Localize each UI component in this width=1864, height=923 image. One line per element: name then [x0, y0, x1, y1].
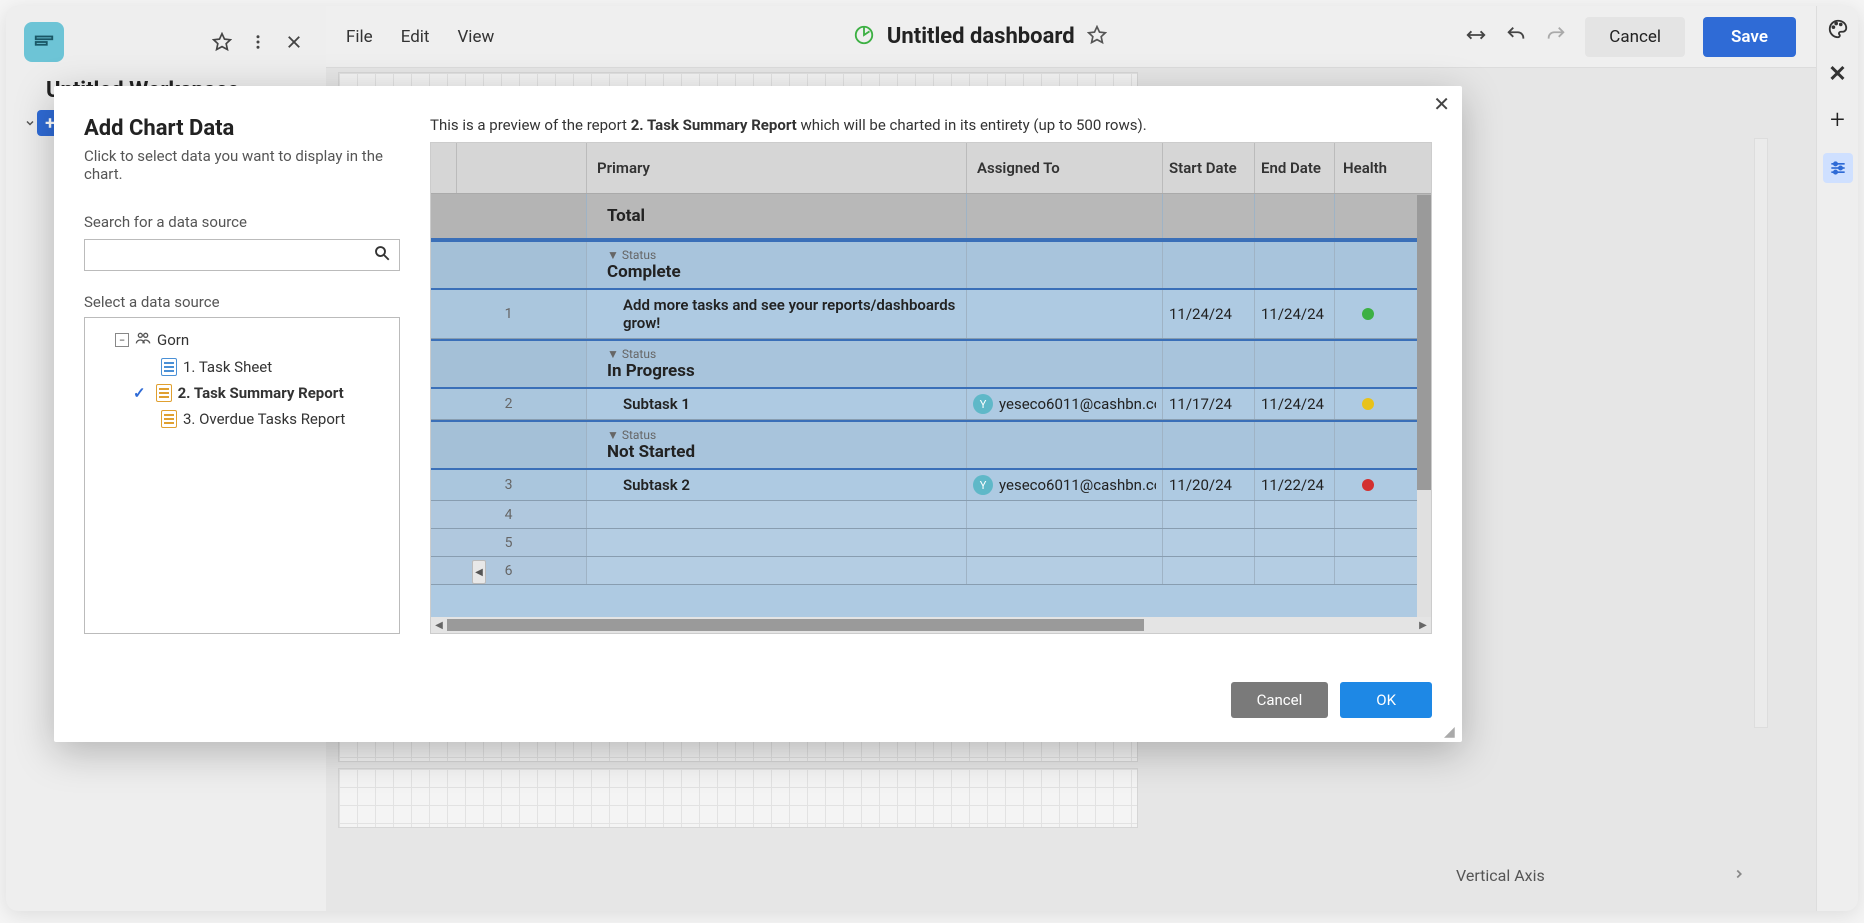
grid-data-row[interactable]: 2Subtask 1Yyeseco6011@cashbn.com11/17/24… [431, 389, 1431, 420]
grid-total-row: Total [431, 194, 1431, 240]
grid-group-header[interactable]: ▼ StatusComplete [431, 240, 1431, 290]
menu-file[interactable]: File [346, 27, 373, 47]
check-icon: ✓ [133, 384, 146, 402]
close-panel-icon[interactable]: ✕ [1828, 62, 1846, 87]
top-toolbar: File Edit View Untitled dashboard [326, 6, 1816, 68]
report-icon [161, 410, 177, 428]
resize-grip-icon[interactable]: ◢ [1444, 724, 1458, 738]
add-chart-data-modal: ✕ Add Chart Data Click to select data yo… [54, 86, 1462, 742]
right-rail: ✕ + [1816, 6, 1858, 911]
tree-item-label: 3. Overdue Tasks Report [183, 410, 345, 428]
menu-view[interactable]: View [457, 27, 494, 47]
collapse-icon[interactable]: − [115, 333, 129, 347]
modal-cancel-button[interactable]: Cancel [1231, 682, 1329, 718]
cancel-button[interactable]: Cancel [1585, 17, 1685, 57]
grid-data-row[interactable]: 3Subtask 2Yyeseco6011@cashbn.com11/20/24… [431, 470, 1431, 501]
save-button[interactable]: Save [1703, 17, 1796, 57]
more-icon[interactable] [244, 28, 272, 56]
grid-horizontal-scrollbar[interactable]: ◀ ▶ [431, 617, 1431, 633]
menu-edit[interactable]: Edit [401, 27, 430, 47]
close-sidebar-icon[interactable] [280, 28, 308, 56]
tree-item-task-sheet[interactable]: 1. Task Sheet [89, 354, 395, 380]
tree-item-overdue-tasks[interactable]: 3. Overdue Tasks Report [89, 406, 395, 432]
vertical-axis-row[interactable]: Vertical Axis [1446, 857, 1756, 893]
vertical-axis-label: Vertical Axis [1456, 866, 1545, 885]
document-title[interactable]: Untitled dashboard [887, 24, 1075, 49]
grid-data-row[interactable]: 1Add more tasks and see your reports/das… [431, 290, 1431, 339]
chevron-down-icon[interactable] [24, 114, 36, 133]
chevron-right-icon [1732, 866, 1746, 885]
tree-item-task-summary[interactable]: ✓ 2. Task Summary Report [89, 380, 395, 406]
tree-root[interactable]: − Gorn [89, 326, 395, 354]
star-icon[interactable] [208, 28, 236, 56]
column-end[interactable]: End Date [1255, 143, 1335, 193]
column-health[interactable]: Health [1335, 143, 1401, 193]
search-input-wrapper [84, 239, 400, 271]
favorite-star-icon[interactable] [1087, 25, 1107, 49]
workspace-icon [24, 22, 64, 62]
modal-title: Add Chart Data [84, 116, 400, 141]
people-icon [135, 330, 151, 350]
widget-placeholder-2[interactable] [338, 768, 1138, 828]
grid-group-header[interactable]: ▼ StatusIn Progress [431, 339, 1431, 389]
column-assigned[interactable]: Assigned To [967, 143, 1163, 193]
column-start[interactable]: Start Date [1163, 143, 1255, 193]
redo-icon[interactable] [1545, 24, 1567, 50]
search-label: Search for a data source [84, 213, 400, 231]
undo-icon[interactable] [1505, 24, 1527, 50]
add-widget-icon[interactable]: + [1830, 105, 1845, 135]
preview-description: This is a preview of the report 2. Task … [430, 116, 1432, 134]
modal-close-icon[interactable]: ✕ [1433, 92, 1450, 116]
palette-icon[interactable] [1827, 18, 1849, 44]
grid-header-row: Primary Assigned To Start Date End Date … [431, 143, 1431, 194]
collapse-handle-icon[interactable]: ◀ [472, 560, 486, 584]
tree-root-label: Gorn [157, 331, 189, 349]
column-primary[interactable]: Primary [587, 143, 967, 193]
grid-empty-row: 4 [431, 501, 1431, 529]
grid-vertical-scrollbar[interactable] [1417, 195, 1431, 617]
search-icon[interactable] [373, 244, 391, 266]
data-source-tree: − Gorn 1. Task Sheet ✓ 2. Task Summary R… [84, 317, 400, 634]
settings-sliders-icon[interactable] [1823, 153, 1853, 183]
report-icon [156, 384, 172, 402]
dashboard-icon [853, 24, 875, 50]
modal-ok-button[interactable]: OK [1340, 682, 1432, 718]
grid-empty-row: 6 [431, 557, 1431, 585]
grid-empty-row: 5 [431, 529, 1431, 557]
sheet-icon [161, 358, 177, 376]
preview-grid: Primary Assigned To Start Date End Date … [430, 142, 1432, 634]
tree-item-label: 1. Task Sheet [183, 358, 272, 376]
panel-scrollbar-track [1754, 138, 1768, 728]
tree-item-label: 2. Task Summary Report [178, 384, 344, 402]
expand-icon[interactable] [1465, 24, 1487, 50]
grid-group-header[interactable]: ▼ StatusNot Started [431, 420, 1431, 470]
search-input[interactable] [93, 247, 373, 263]
select-label: Select a data source [84, 293, 400, 311]
modal-subtitle: Click to select data you want to display… [84, 147, 400, 183]
